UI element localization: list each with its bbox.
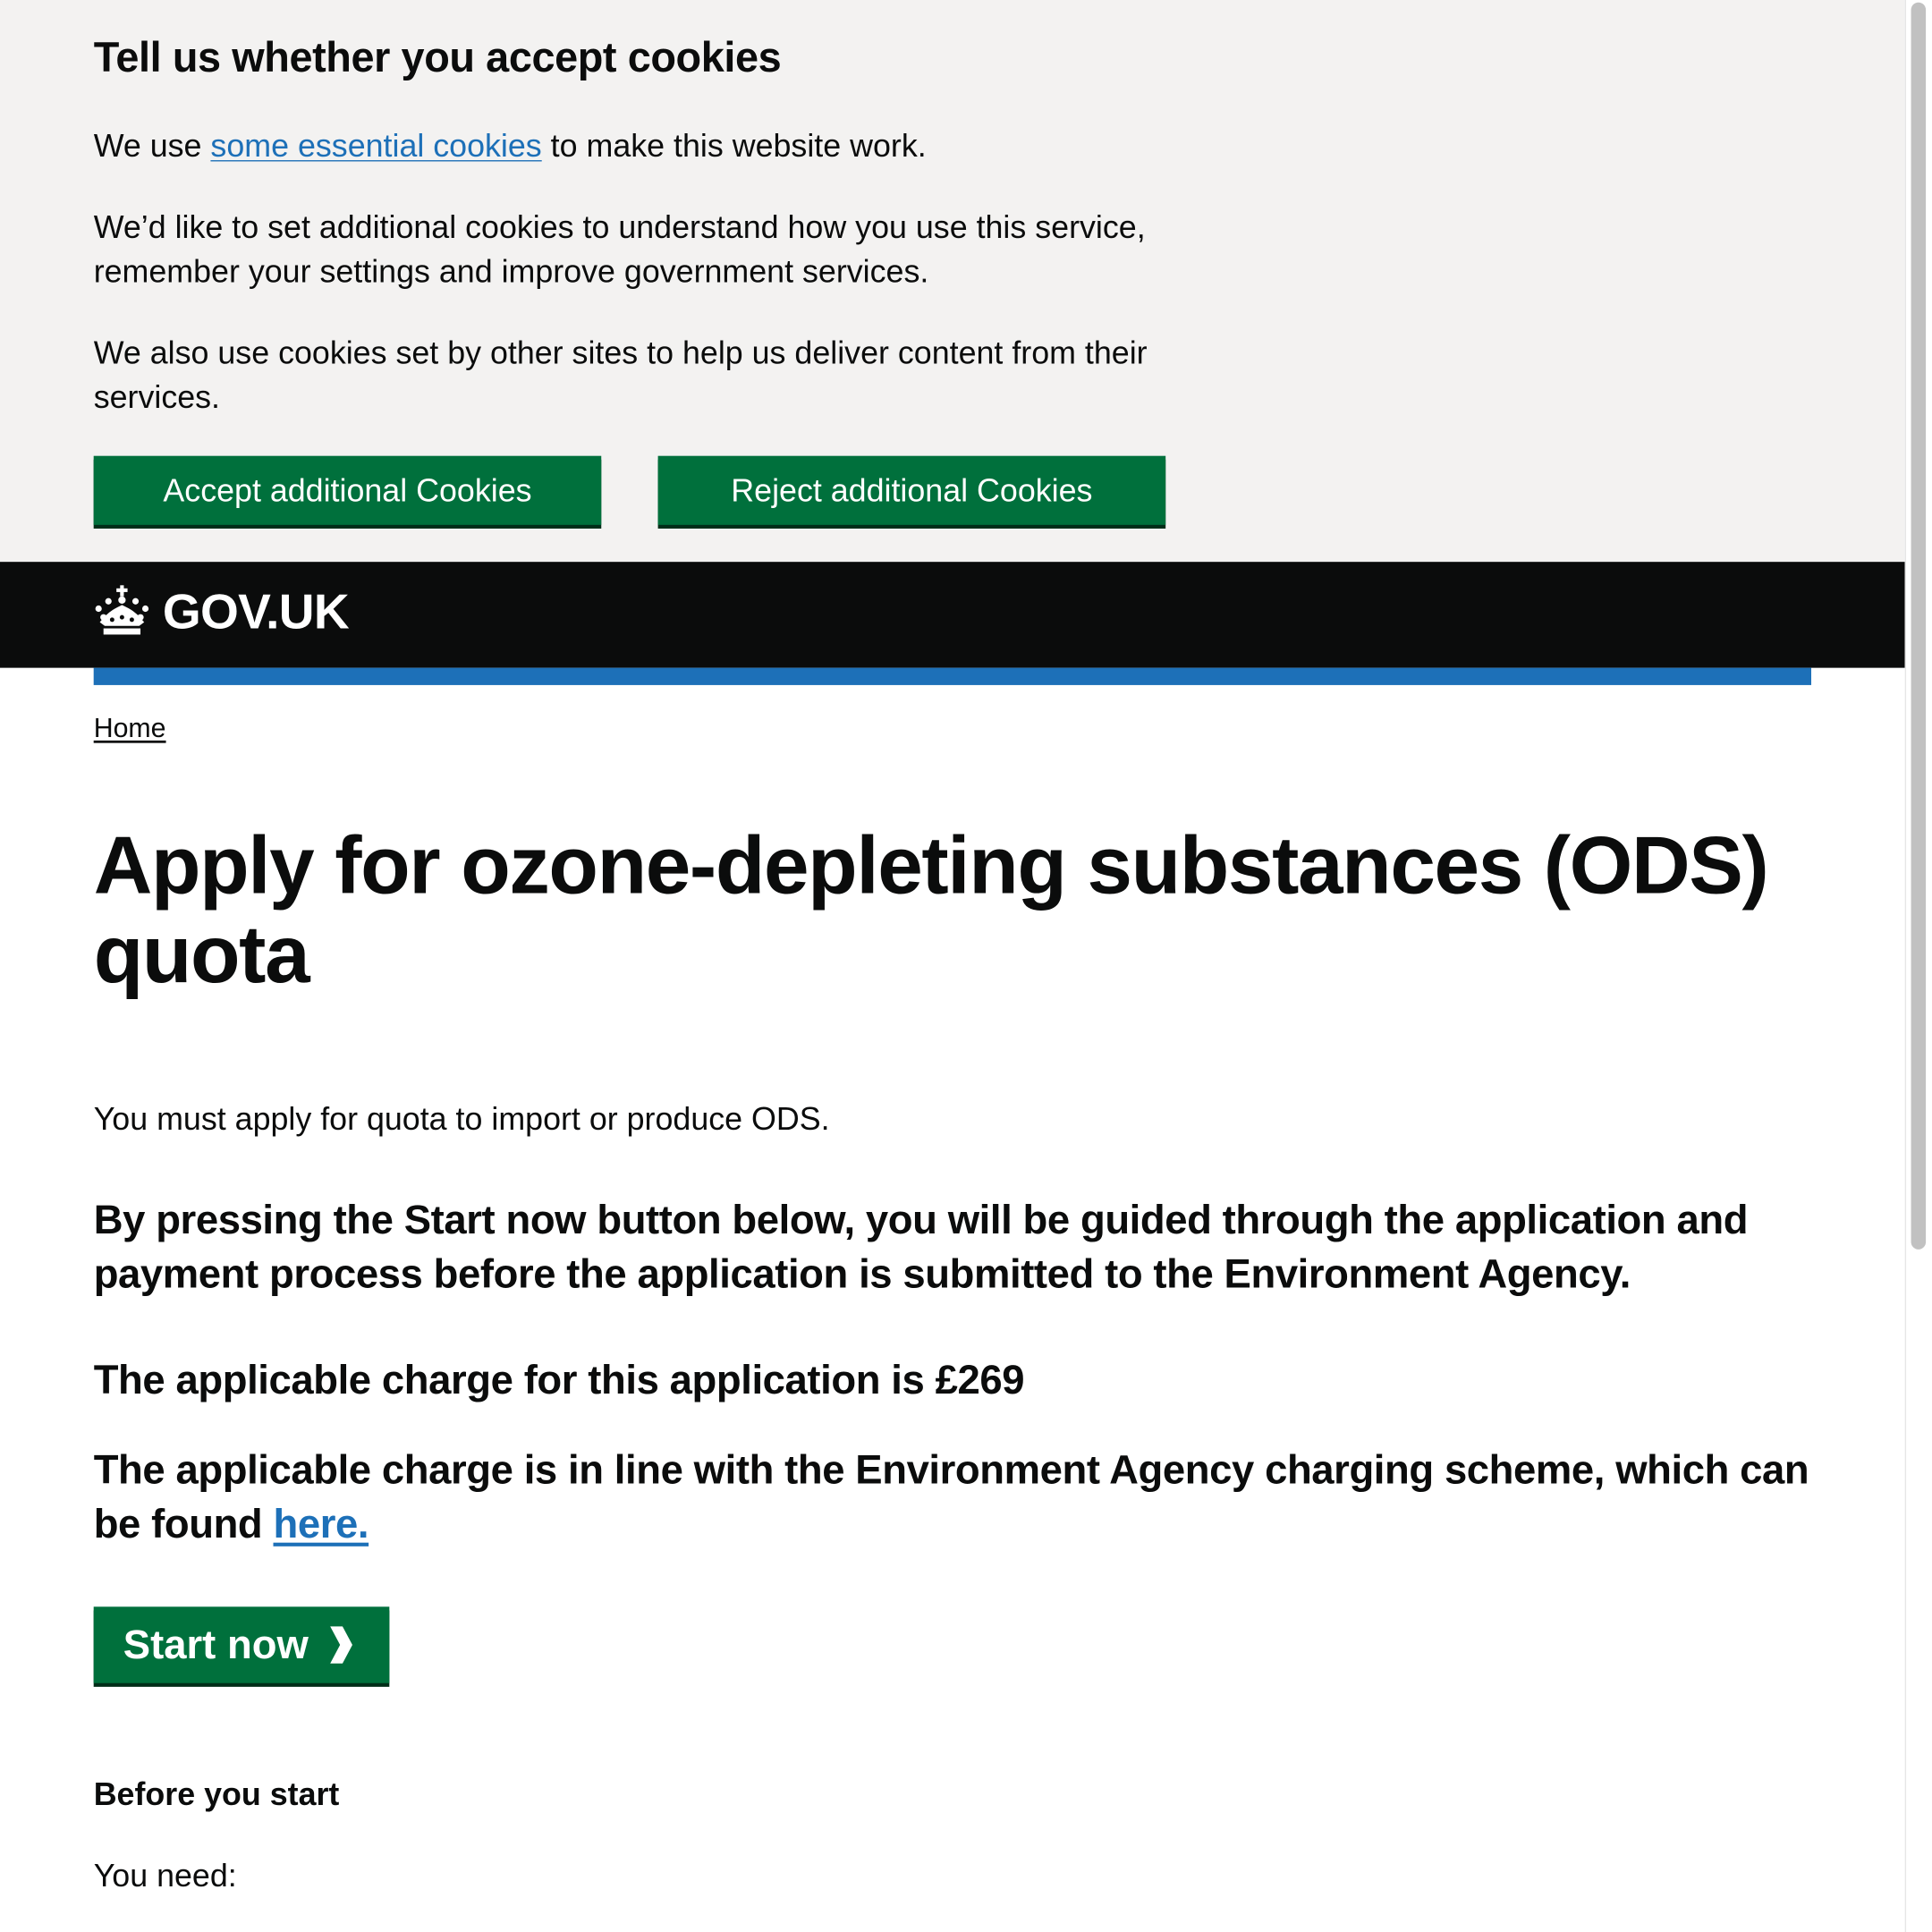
breadcrumb-home-link[interactable]: Home — [94, 712, 166, 744]
cookie-banner: Tell us whether you accept cookies We us… — [0, 0, 1905, 563]
cookie-essential-text: We use some essential cookies to make th… — [94, 123, 1203, 168]
page-title: Apply for ozone-depleting substances (OD… — [93, 819, 1769, 1000]
cookie-banner-title: Tell us whether you accept cookies — [93, 34, 782, 81]
charging-scheme-text: The applicable charge is in line with th… — [94, 1443, 1819, 1551]
essential-cookies-link[interactable]: some essential cookies — [210, 127, 541, 164]
start-now-label: Start now — [123, 1621, 309, 1667]
govuk-header: GOV.UK — [0, 562, 1905, 668]
govuk-logo-link[interactable]: GOV.UK — [94, 584, 350, 640]
cookie-essential-prefix: We use — [93, 126, 211, 165]
page: Tell us whether you accept cookies We us… — [0, 0, 1932, 1932]
chevron-right-icon — [330, 1626, 353, 1664]
start-now-button[interactable]: Start now — [93, 1606, 390, 1683]
guidance-text: By pressing the Start now button below, … — [93, 1196, 1749, 1297]
before-you-start-heading: Before you start — [93, 1775, 340, 1813]
cookie-additional-text: We’d like to set additional cookies to u… — [93, 208, 1146, 290]
charge-text: The applicable charge for this applicati… — [93, 1356, 1025, 1402]
you-need-text: You need: — [93, 1856, 237, 1894]
crown-icon — [95, 585, 149, 635]
intro-text: You must apply for quota to import or pr… — [93, 1100, 830, 1138]
header-blue-bar — [93, 667, 1811, 685]
scrollbar-thumb[interactable] — [1911, 2, 1927, 1250]
cookie-essential-suffix: to make this website work. — [541, 126, 927, 165]
govuk-logo-text: GOV.UK — [162, 584, 350, 640]
accept-cookies-button[interactable]: Accept additional Cookies — [93, 455, 602, 525]
cookie-third-party-text: We also use cookies set by other sites t… — [93, 334, 1148, 416]
reject-cookies-button[interactable]: Reject additional Cookies — [657, 455, 1166, 525]
charging-scheme-link[interactable]: here. — [274, 1501, 369, 1546]
